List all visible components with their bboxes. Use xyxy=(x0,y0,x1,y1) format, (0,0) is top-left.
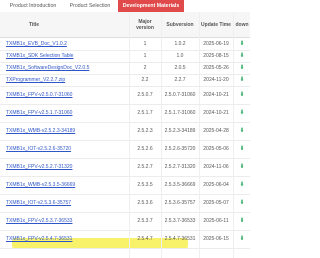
download-arrow-icon[interactable]: ⬇ xyxy=(234,212,250,230)
table-row: TXMB1x_FPV-v2.5.1.7-31060 2.5.1.7 2.5.1.7-… xyxy=(0,104,250,123)
download-arrow-icon[interactable]: ⬇ xyxy=(234,62,250,74)
file-link[interactable]: TXMB1x_IOT-v2.5.2.6-35720 xyxy=(6,140,126,158)
download-arrow-icon[interactable]: ⬇ xyxy=(234,176,250,194)
table-row: TXMB1x_FPV-v2.5.2.7-31320 2.5.2.7 2.5.2.7-… xyxy=(0,158,250,177)
subversion: 2.5.0.7-31060 xyxy=(164,92,196,98)
major-version: 2.5.2.3 xyxy=(137,128,153,134)
table-row: TXMB1x_IOT-v2.5.2.6-35720 2.5.2.6 2.5.2.6-… xyxy=(0,140,250,159)
file-link[interactable]: TXMB1x_WMB-v2.5.3.5-36669 xyxy=(6,176,126,194)
file-link[interactable]: TXMB1x_IOT-v2.5.3.6-35757 xyxy=(6,194,126,212)
major-version: 2.5.4.7 xyxy=(137,236,153,242)
header-download: down xyxy=(235,21,249,28)
major-version: 2 xyxy=(143,65,147,71)
table-row: TXMB1x_FPV-v2.5.0.7-31060 2.5.0.7 2.5.0.7-… xyxy=(0,86,250,105)
update-time: 2025-05-26 xyxy=(203,65,229,71)
update-time: 2025-06-15 xyxy=(203,236,229,242)
download-arrow-icon[interactable]: ⬇ xyxy=(234,122,250,140)
update-time: 2024-10-21 xyxy=(203,92,229,98)
column-divider xyxy=(233,12,234,258)
update-time: 2025-06-04 xyxy=(203,182,229,188)
download-arrow-icon[interactable]: ⬇ xyxy=(234,38,250,50)
file-link[interactable]: TXMB1x_WMB-v2.5.2.3-34189 xyxy=(6,122,126,140)
column-divider xyxy=(129,12,130,258)
update-time: 2025-05-07 xyxy=(203,200,229,206)
update-time: 2025-08-15 xyxy=(203,53,229,59)
major-version: 2.5.2.6 xyxy=(137,146,153,152)
subversion: 1.0.2 xyxy=(174,41,186,47)
header-major-version: Major version xyxy=(136,18,154,31)
table-row: TXMB1x_IOT-v2.5.3.6-35757 2.5.3.6 2.5.3.6-… xyxy=(0,194,250,213)
update-time: 2025-06-19 xyxy=(203,41,229,47)
header-update-time: Update Time xyxy=(201,21,231,28)
file-link[interactable]: TXMB1x_SoftwareDesignDoc_V2.0.5 xyxy=(6,62,126,74)
update-time: 2025-05-06 xyxy=(203,146,229,152)
major-version: 2.5.3.6 xyxy=(137,200,153,206)
subversion: 2.5.2.6-35720 xyxy=(164,146,196,152)
column-divider xyxy=(161,12,162,258)
table-row: TXMB1x_FPV-v2.5.4.7-36531 2.5.4.7 2.5.4.7-… xyxy=(0,230,250,249)
subversion: 2.5.4.7-36531 xyxy=(164,236,196,242)
file-link[interactable]: TXMB1x_SDK Selection Table xyxy=(6,50,126,62)
file-link[interactable]: TXMB1x_FPV-v2.5.3.7-36533 xyxy=(6,212,126,230)
table-row: TXMB1x_FPV-v2.5.3.7-36533 2.5.3.7 2.5.3.7-… xyxy=(0,212,250,231)
download-arrow-icon[interactable]: ⬇ xyxy=(234,50,250,62)
file-link[interactable]: TXMB1x_FPV-v2.5.1.7-31060 xyxy=(6,104,126,122)
subversion: 2.5.1.7-31060 xyxy=(164,110,196,116)
update-time: 2025-04-28 xyxy=(203,128,229,134)
subversion: 2.5.2.7-31320 xyxy=(164,164,196,170)
download-arrow-icon[interactable]: ⬇ xyxy=(234,74,250,86)
update-time: 2024-11-06 xyxy=(203,164,229,170)
file-link[interactable]: TXMB1x_FPV-v2.5.2.7-31320 xyxy=(6,158,126,176)
major-version: 1 xyxy=(143,53,147,59)
update-time: 2024-10-21 xyxy=(203,110,229,116)
major-version: 2.5.3.7 xyxy=(137,218,153,224)
download-arrow-icon[interactable]: ⬇ xyxy=(234,158,250,176)
subversion: 2.2.7 xyxy=(174,77,186,83)
file-link[interactable]: TXMB1x_EVB_Doc_V1.0.2 xyxy=(6,38,126,50)
file-link[interactable]: TXMB1x_FPV-v2.5.4.7-36531 xyxy=(6,230,126,248)
major-version: 2.5.0.7 xyxy=(137,92,153,98)
tab-development-materials[interactable]: Development Materials xyxy=(118,0,184,12)
download-arrow-icon[interactable]: ⬇ xyxy=(234,230,250,248)
subversion: 2.5.3.7-36533 xyxy=(164,218,196,224)
download-arrow-icon[interactable]: ⬇ xyxy=(234,194,250,212)
major-version: 1 xyxy=(143,41,147,47)
update-time: 2025-06-11 xyxy=(203,218,229,224)
major-version: 2.2 xyxy=(141,77,149,83)
subversion: 2.5.3.5-36669 xyxy=(164,182,196,188)
file-link[interactable]: TXMB1x_FPV-v2.5.0.7-31060 xyxy=(6,86,126,104)
header-title: Title xyxy=(28,21,40,28)
major-version: 2.5.2.7 xyxy=(137,164,153,170)
header-subversion: Subversion xyxy=(166,21,194,28)
subversion: 2.5.3.6-35757 xyxy=(164,200,196,206)
download-arrow-icon[interactable]: ⬇ xyxy=(234,104,250,122)
major-version: 2.5.3.5 xyxy=(137,182,153,188)
major-version: 2.5.1.7 xyxy=(137,110,153,116)
subversion: 1.0 xyxy=(176,53,184,59)
download-arrow-icon[interactable]: ⬇ xyxy=(234,140,250,158)
file-link[interactable]: TXProgrammer_V2.2.7.zip xyxy=(6,74,126,86)
subversion: 2.5.2.3-34189 xyxy=(164,128,196,134)
tab-product-introduction[interactable]: Product Introduction xyxy=(4,0,62,12)
table-header: Title Major version Subversion Update Ti… xyxy=(0,12,250,38)
update-time: 2024-11-20 xyxy=(203,77,229,83)
table-row: TXMB1x_WMB-v2.5.2.3-34189 2.5.2.3 2.5.2.3-… xyxy=(0,122,250,141)
subversion: 2.0.5 xyxy=(174,65,186,71)
tab-product-selection[interactable]: Product Selection xyxy=(64,0,116,12)
download-arrow-icon[interactable]: ⬇ xyxy=(234,86,250,104)
table-row: TXMB1x_WMB-v2.5.3.5-36669 2.5.3.5 2.5.3.5-… xyxy=(0,176,250,195)
column-divider xyxy=(199,12,200,258)
